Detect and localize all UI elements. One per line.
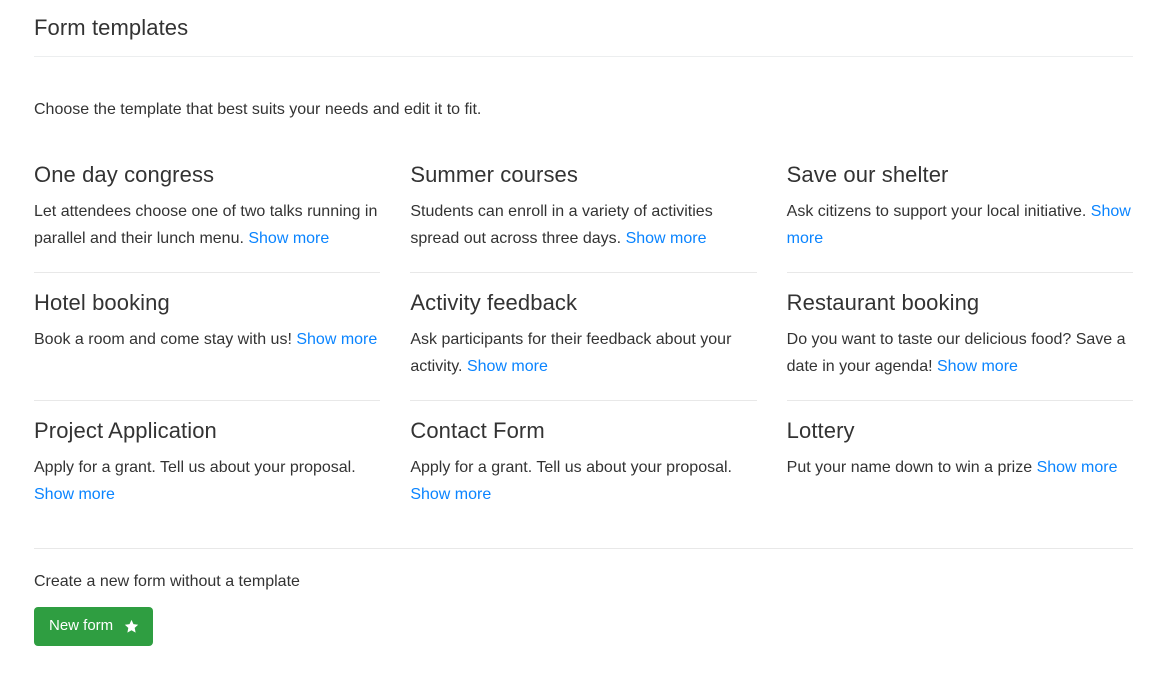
page-header: Form templates: [0, 0, 1167, 42]
star-icon: [124, 619, 139, 634]
template-card-description: Book a room and come stay with us! Show …: [34, 326, 380, 353]
template-card-title: Project Application: [34, 418, 217, 443]
template-card: Summer courses Students can enroll in a v…: [410, 145, 757, 273]
template-card-description-text: Book a room and come stay with us!: [34, 331, 292, 348]
template-card-description: Do you want to taste our delicious food?…: [787, 326, 1133, 380]
show-more-link[interactable]: Show more: [467, 358, 548, 375]
template-card: Lottery Put your name down to win a prize…: [787, 401, 1133, 526]
template-card-description: Put your name down to win a prize Show m…: [787, 454, 1133, 481]
template-card-description: Students can enroll in a variety of acti…: [410, 198, 756, 252]
template-card-description-text: Apply for a grant. Tell us about your pr…: [410, 459, 732, 476]
template-card-description-text: Ask participants for their feedback abou…: [410, 331, 732, 375]
template-card: Activity feedback Ask participants for th…: [410, 273, 757, 401]
template-card-title: Contact Form: [410, 418, 545, 443]
template-card-title: Lottery: [786, 418, 855, 443]
intro-text: Choose the template that best suits your…: [34, 101, 482, 118]
template-card-title: Activity feedback: [410, 290, 578, 315]
page-title: Form templates: [34, 15, 189, 40]
show-more-link[interactable]: Show more: [296, 331, 377, 348]
template-card-description-text: Put your name down to win a prize: [786, 459, 1033, 476]
new-form-button-label: New form: [49, 617, 114, 634]
create-without-template-label: Create a new form without a template: [34, 573, 300, 590]
template-card-title: One day congress: [34, 162, 215, 187]
template-card: Hotel booking Book a room and come stay w…: [34, 273, 381, 401]
template-card-description: Apply for a grant. Tell us about your pr…: [34, 454, 380, 508]
template-card-title: Save our shelter: [786, 162, 949, 187]
template-card-description: Let attendees choose one of two talks ru…: [34, 198, 380, 252]
template-card-title: Hotel booking: [34, 290, 170, 315]
new-form-button[interactable]: New form: [34, 607, 154, 646]
show-more-link[interactable]: Show more: [626, 230, 707, 247]
show-more-link[interactable]: Show more: [410, 486, 491, 503]
template-card-description: Ask citizens to support your local initi…: [787, 198, 1133, 252]
template-card: Project Application Apply for a grant. Te…: [34, 401, 380, 526]
template-card-description: Ask participants for their feedback abou…: [410, 326, 756, 380]
header-divider: [34, 56, 1133, 57]
template-card: Contact Form Apply for a grant. Tell us a…: [410, 401, 756, 526]
template-card-title: Summer courses: [410, 162, 578, 187]
template-card-title: Restaurant booking: [786, 290, 980, 315]
template-card: One day congress Let attendees choose one…: [34, 145, 381, 273]
form-templates-page: Form templates Choose the template that …: [0, 0, 1167, 682]
template-card-description-text: Ask citizens to support your local initi…: [786, 203, 1087, 220]
show-more-link[interactable]: Show more: [34, 486, 115, 503]
template-card: Save our shelter Ask citizens to support …: [786, 145, 1133, 273]
template-card-description-text: Apply for a grant. Tell us about your pr…: [34, 459, 356, 476]
template-card: Restaurant booking Do you want to taste o…: [786, 273, 1133, 401]
template-card-description: Apply for a grant. Tell us about your pr…: [410, 454, 756, 508]
template-grid: One day congress Let attendees choose one…: [34, 145, 1133, 526]
show-more-link[interactable]: Show more: [1037, 459, 1118, 476]
show-more-link[interactable]: Show more: [937, 358, 1018, 375]
footer: Create a new form without a template New…: [0, 549, 1167, 646]
show-more-link[interactable]: Show more: [248, 230, 329, 247]
